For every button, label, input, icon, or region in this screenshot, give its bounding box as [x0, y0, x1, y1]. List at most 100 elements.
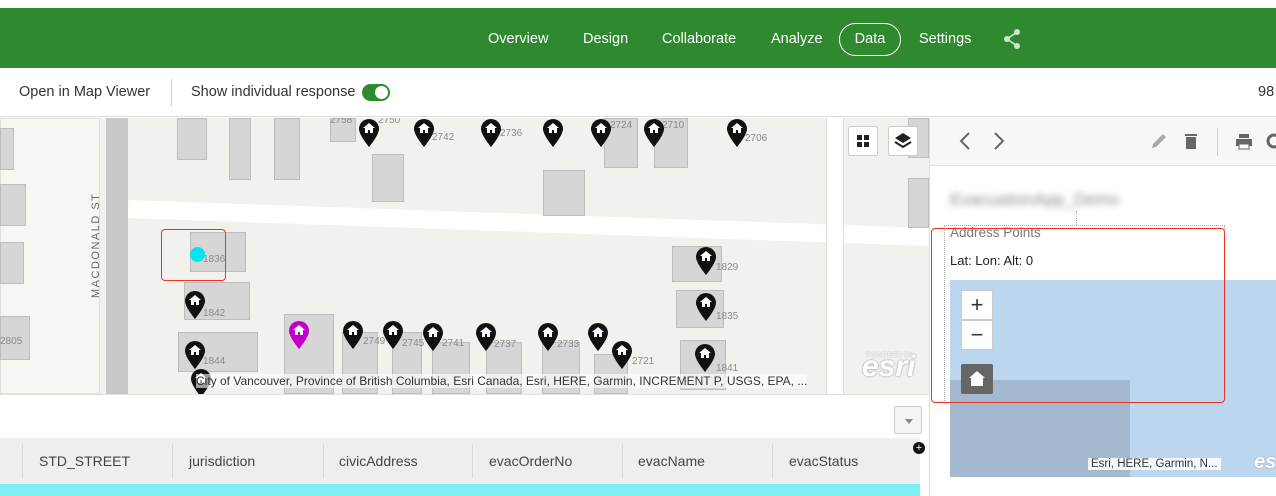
house-pin-icon[interactable]: [695, 246, 717, 276]
house-pin-icon[interactable]: [611, 340, 633, 370]
address-label: 2721: [632, 356, 655, 367]
column-header-evac-order-no[interactable]: evacOrderNo: [489, 453, 572, 469]
previous-response-icon[interactable]: [958, 130, 972, 158]
house-pin-icon[interactable]: [590, 118, 612, 148]
house-pin-icon[interactable]: [643, 118, 665, 148]
house-pin-icon[interactable]: [694, 343, 716, 373]
address-label: 2742: [432, 132, 455, 143]
minimap-esri-logo: esri: [1254, 451, 1276, 473]
response-detail-panel: EvacuationApp_Demo Address Points Lat: L…: [929, 118, 1276, 496]
house-pin-icon[interactable]: [695, 292, 717, 322]
road-right: [826, 118, 844, 394]
column-divider: [172, 444, 173, 478]
address-label: 1829: [716, 262, 739, 273]
grid-icon: [857, 135, 869, 147]
table-toolbar: [0, 394, 929, 438]
show-individual-response-label: Show individual response: [191, 84, 356, 100]
basemap-gallery-button[interactable]: [848, 126, 878, 156]
address-label: 2750: [378, 118, 401, 126]
building: [543, 170, 585, 216]
minimap-attribution: Esri, HERE, Garmin, N...: [1088, 458, 1221, 470]
column-header-civic-address[interactable]: civicAddress: [339, 453, 418, 469]
address-label: 1835: [716, 311, 739, 322]
map-attribution: City of Vancouver, Province of British C…: [196, 374, 808, 388]
nav-design[interactable]: Design: [583, 27, 628, 51]
column-divider: [22, 444, 23, 478]
building: [372, 154, 404, 202]
address-label: 1842: [203, 308, 226, 319]
show-individual-response-toggle[interactable]: [362, 84, 390, 101]
house-pin-icon[interactable]: [475, 322, 497, 352]
survey-title-blurred: EvacuationApp_Demo: [950, 190, 1120, 209]
window-top-strip: [0, 0, 1276, 8]
house-pin-icon[interactable]: [542, 118, 564, 148]
road-macdonald-st: [106, 118, 128, 394]
address-label: 2745: [402, 338, 425, 349]
building: [908, 178, 929, 228]
house-pin-icon[interactable]: [184, 290, 206, 320]
house-pin-icon[interactable]: [480, 118, 502, 148]
address-label: 1844: [203, 356, 226, 367]
building: [0, 242, 24, 284]
print-icon[interactable]: [1234, 131, 1254, 151]
column-header-evac-status[interactable]: evacStatus: [789, 453, 858, 469]
layer-list-button[interactable]: [888, 126, 918, 156]
building: [229, 118, 251, 180]
address-label: 2741: [442, 338, 465, 349]
nav-data-active[interactable]: Data: [839, 23, 901, 56]
building: [0, 184, 26, 226]
address-label: 2736: [500, 128, 523, 139]
address-label: 2805: [0, 336, 23, 347]
address-label: 2724: [610, 120, 633, 131]
nav-settings[interactable]: Settings: [919, 27, 971, 51]
column-divider: [472, 444, 473, 478]
address-label: 2710: [662, 120, 685, 131]
house-pin-icon[interactable]: [382, 320, 404, 350]
street-label-macdonald: MACDONALD ST: [90, 192, 102, 298]
table-options-dropdown[interactable]: [894, 406, 922, 434]
open-in-map-viewer-link[interactable]: Open in Map Viewer: [19, 84, 150, 100]
next-response-icon[interactable]: [992, 130, 1006, 158]
column-divider: [772, 444, 773, 478]
highlighted-house-pin-icon[interactable]: [288, 320, 310, 350]
column-header-evac-name[interactable]: evacName: [638, 453, 705, 469]
nav-analyze[interactable]: Analyze: [771, 27, 823, 51]
house-pin-icon[interactable]: [726, 118, 748, 148]
panel-toolbar: [930, 118, 1276, 166]
house-pin-icon[interactable]: [413, 118, 435, 148]
address-label: 2758: [330, 118, 353, 126]
address-label: 2737: [494, 339, 517, 350]
building: [177, 118, 207, 160]
esri-logo: esri: [862, 350, 916, 383]
edit-pencil-icon[interactable]: [1149, 131, 1169, 151]
data-toolbar: Open in Map Viewer Show individual respo…: [0, 68, 1276, 117]
house-pin-icon[interactable]: [358, 118, 380, 148]
building: [274, 118, 300, 180]
column-divider: [622, 444, 623, 478]
road-horizontal: [127, 200, 929, 246]
layers-icon: [894, 133, 912, 149]
highlight-box-address-points: [931, 228, 1225, 403]
dotted-connector: [1076, 211, 1077, 225]
table-row-selected[interactable]: [0, 484, 920, 496]
house-pin-icon[interactable]: [537, 322, 559, 352]
column-header-std-street[interactable]: STD_STREET: [39, 453, 130, 469]
house-pin-icon[interactable]: [422, 322, 444, 352]
share-icon[interactable]: [1002, 28, 1024, 50]
settings-gear-icon[interactable]: [1264, 131, 1276, 151]
house-pin-icon[interactable]: [587, 322, 609, 352]
column-header-jurisdiction[interactable]: jurisdiction: [189, 453, 255, 469]
house-pin-icon[interactable]: [342, 320, 364, 350]
add-column-icon[interactable]: +: [913, 442, 925, 454]
delete-trash-icon[interactable]: [1181, 131, 1201, 151]
nav-overview[interactable]: Overview: [488, 27, 548, 51]
address-label: 2706: [745, 133, 768, 144]
table-header: STD_STREET jurisdiction civicAddress eva…: [0, 438, 920, 484]
panel-toolbar-divider: [1217, 128, 1218, 156]
house-pin-icon[interactable]: [184, 340, 206, 370]
building: [0, 128, 14, 170]
nav-collaborate[interactable]: Collaborate: [662, 27, 736, 51]
highlight-box-selected-point: [161, 229, 226, 281]
map-view[interactable]: 2805 MACDONALD ST 1836 1842 1844 2749 27…: [0, 118, 929, 394]
top-navigation-bar: Overview Design Collaborate Analyze Data…: [0, 8, 1276, 68]
